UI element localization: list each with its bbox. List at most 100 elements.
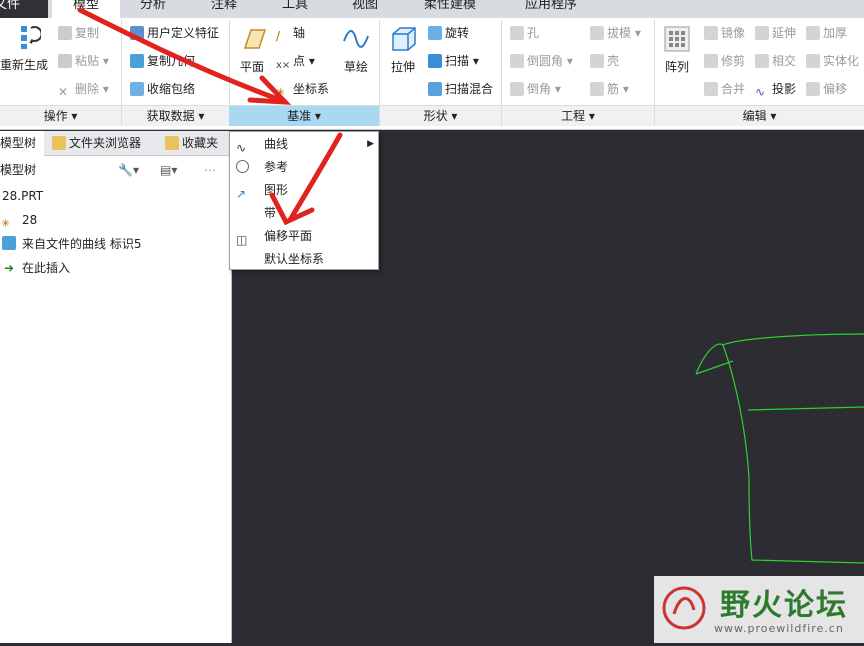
menu-item-curve[interactable]: ∿ 曲线 ▶ — [230, 133, 378, 156]
round-label: 倒圆角 — [527, 54, 564, 68]
folder-browser-label: 文件夹浏览器 — [69, 136, 142, 150]
sketch-button[interactable]: 草绘 — [338, 24, 374, 75]
tree-columns-icon[interactable]: ⋯ — [204, 156, 216, 184]
submenu-arrow-icon: ▶ — [367, 139, 374, 149]
udf-label: 用户定义特征 — [147, 26, 220, 40]
model-tree-header: 模型树 🔧▾ ▤▾ ⋯ — [0, 156, 231, 184]
tree-settings-icon[interactable]: 🔧▾ — [118, 156, 139, 184]
chamfer-button[interactable]: 倒角 ▾ — [510, 80, 561, 97]
copy-button[interactable]: 复制 — [58, 24, 99, 41]
favorites-icon — [165, 136, 179, 150]
reference-icon — [236, 160, 249, 173]
tab-favorites[interactable]: 收藏夹 — [165, 131, 232, 156]
rib-button[interactable]: 筋 ▾ — [590, 80, 629, 97]
tree-item-curve-label: 来自文件的曲线 标识5 — [22, 237, 142, 251]
menu-item-default-csys[interactable]: 默认坐标系 — [230, 248, 378, 271]
datum-axis-button[interactable]: / 轴 — [276, 24, 305, 43]
datum-plane-button[interactable]: 平面 — [233, 24, 271, 75]
intersect-button[interactable]: 相交 — [755, 52, 796, 69]
offset-button[interactable]: 偏移 — [806, 80, 847, 97]
tree-item-csys[interactable]: ✳ 28 — [0, 208, 231, 232]
menu-item-ribbon[interactable]: 带 — [230, 202, 378, 225]
datum-point-button[interactable]: x× 点 ▾ — [276, 52, 315, 74]
hole-label: 孔 — [527, 26, 540, 40]
thicken-button[interactable]: 加厚 — [806, 24, 847, 41]
round-button[interactable]: 倒圆角 ▾ — [510, 52, 573, 69]
regenerate-icon — [21, 26, 41, 49]
tab-folder-browser[interactable]: 文件夹浏览器 — [52, 131, 156, 156]
extrude-button[interactable]: 拉伸 — [384, 24, 422, 75]
udf-icon — [130, 26, 144, 40]
shell-icon — [590, 54, 604, 68]
tab-flexible-modeling[interactable]: 柔性建模 — [424, 0, 476, 18]
watermark-title: 野火论坛 — [720, 588, 848, 623]
extend-button[interactable]: 延伸 — [755, 24, 796, 41]
group-editing[interactable]: 编辑 ▾ — [655, 105, 864, 126]
model-tree-title: 模型树 — [0, 163, 37, 177]
shell-button[interactable]: 壳 — [590, 52, 619, 69]
watermark-url: www.proewildfire.cn — [714, 622, 844, 635]
mirror-button[interactable]: 镜像 — [704, 24, 745, 41]
tab-model[interactable]: 模型 — [52, 0, 120, 18]
thicken-label: 加厚 — [823, 26, 848, 40]
solidify-button[interactable]: 实体化 — [806, 52, 859, 69]
tree-item-csys-label: 28 — [22, 213, 38, 227]
pattern-button[interactable]: 阵列 — [660, 24, 694, 75]
group-engineering-label: 工程 — [561, 109, 586, 123]
revolve-button[interactable]: 旋转 — [428, 24, 469, 41]
tree-filter-icon[interactable]: ▤▾ — [160, 156, 177, 184]
copy-geometry-button[interactable]: 复制几何 — [130, 52, 195, 69]
ribbon: 重新生成 复制 粘贴 ▾ ✕ 删除 ▾ 用户定义特征 复制几何 收缩包络 平面 /… — [0, 18, 864, 130]
tab-annotate[interactable]: 注释 — [211, 0, 237, 18]
round-icon — [510, 54, 524, 68]
hole-button[interactable]: 孔 — [510, 24, 539, 41]
shrinkwrap-button[interactable]: 收缩包络 — [130, 80, 195, 97]
group-engineering[interactable]: 工程 ▾ — [502, 105, 654, 126]
intersect-icon — [755, 54, 769, 68]
group-editing-label: 编辑 — [742, 109, 767, 123]
menu-item-offset-plane[interactable]: ◫ 偏移平面 — [230, 225, 378, 248]
menu-item-graph[interactable]: ↗ 图形 — [230, 179, 378, 202]
swept-blend-button[interactable]: 扫描混合 — [428, 80, 493, 97]
extend-icon — [755, 26, 769, 40]
navigator-panel: 模型树 文件夹浏览器 收藏夹 模型树 🔧▾ ▤▾ ⋯ 28.PRT ✳ 28 来自… — [0, 131, 232, 643]
tree-item-insert-label: 在此插入 — [22, 261, 71, 275]
tree-item-part[interactable]: 28.PRT — [0, 184, 231, 208]
curve-file-icon — [2, 236, 16, 250]
group-get-data[interactable]: 获取数据 ▾ — [122, 105, 229, 126]
group-datum[interactable]: 基准 ▾ — [229, 105, 379, 126]
menu-item-offset-plane-label: 偏移平面 — [264, 229, 313, 243]
project-button[interactable]: ∿ 投影 — [755, 80, 796, 99]
datum-axis-label: 轴 — [293, 26, 306, 40]
paste-button[interactable]: 粘贴 ▾ — [58, 52, 109, 69]
datum-csys-button[interactable]: ✳ 坐标系 — [276, 80, 329, 100]
tab-file[interactable]: 文件 — [0, 0, 48, 18]
datum-csys-label: 坐标系 — [293, 82, 330, 96]
regenerate-label: 重新生成 — [0, 58, 48, 72]
datum-plane-label: 平面 — [239, 60, 264, 74]
tab-view[interactable]: 视图 — [352, 0, 378, 18]
sweep-button[interactable]: 扫描 ▾ — [428, 52, 479, 69]
tab-analysis[interactable]: 分析 — [140, 0, 166, 18]
plane-icon — [243, 29, 267, 49]
trim-button[interactable]: 修剪 — [704, 52, 745, 69]
group-shapes[interactable]: 形状 ▾ — [380, 105, 501, 126]
menu-item-default-csys-label: 默认坐标系 — [264, 252, 325, 266]
merge-button[interactable]: 合并 — [704, 80, 745, 97]
tree-item-curve[interactable]: 来自文件的曲线 标识5 — [0, 232, 231, 256]
tab-tools[interactable]: 工具 — [282, 0, 308, 18]
delete-button[interactable]: ✕ 删除 ▾ — [58, 80, 109, 99]
draft-button[interactable]: 拔模 ▾ — [590, 24, 641, 41]
regenerate-button[interactable]: 重新生成 — [0, 22, 52, 73]
udf-button[interactable]: 用户定义特征 — [130, 24, 219, 41]
tab-applications[interactable]: 应用程序 — [525, 0, 577, 18]
folder-icon — [52, 136, 66, 150]
menu-item-reference[interactable]: 参考 — [230, 156, 378, 179]
extend-label: 延伸 — [772, 26, 797, 40]
shell-label: 壳 — [607, 54, 620, 68]
merge-label: 合并 — [721, 82, 746, 96]
group-operations[interactable]: 操作 ▾ — [0, 105, 121, 126]
tree-item-insert-here[interactable]: ➜ 在此插入 — [0, 256, 231, 280]
tab-model-tree[interactable]: 模型树 — [0, 131, 44, 156]
navigator-tabs: 模型树 文件夹浏览器 收藏夹 — [0, 131, 231, 156]
